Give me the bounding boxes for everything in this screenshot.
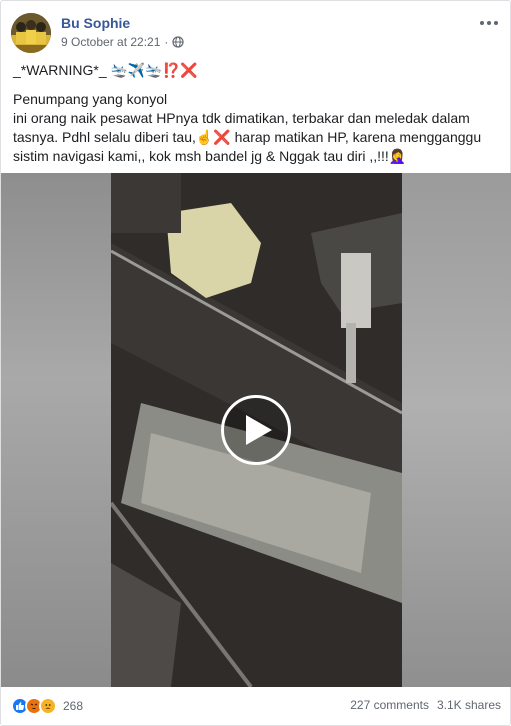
sad-icon <box>39 697 57 715</box>
post-header: Bu Sophie 9 October at 22:21 · <box>11 11 501 55</box>
post-timestamp[interactable]: 9 October at 22:21 <box>61 35 160 49</box>
meta-separator: · <box>164 35 169 49</box>
facebook-post: Bu Sophie 9 October at 22:21 · _*WARNING… <box>0 0 511 726</box>
shares-count[interactable]: 3.1K shares <box>437 698 501 712</box>
reactions-summary[interactable]: 268 <box>11 697 83 715</box>
play-icon[interactable] <box>221 395 291 465</box>
avatar[interactable] <box>11 13 51 53</box>
post-text: _*WARNING*_ 🛬✈️🛬⁉️❌ Penumpang yang konyo… <box>13 61 499 174</box>
video-blur-left <box>1 173 111 687</box>
globe-icon[interactable] <box>172 36 185 48</box>
comments-count[interactable]: 227 comments <box>350 698 429 712</box>
post-stats: 227 comments 3.1K shares <box>350 698 501 712</box>
post-warning-line: _*WARNING*_ 🛬✈️🛬⁉️❌ <box>13 62 198 78</box>
video-blur-right <box>402 173 511 687</box>
post-body-line2: ini orang naik pesawat HPnya tdk dimatik… <box>13 110 485 164</box>
post-footer: 268 227 comments 3.1K shares <box>11 693 501 719</box>
more-horizontal-icon[interactable] <box>477 15 501 31</box>
video-player[interactable] <box>1 173 511 687</box>
post-meta: 9 October at 22:21 · <box>61 35 185 49</box>
post-body-line1: Penumpang yang konyol <box>13 91 168 107</box>
reaction-count[interactable]: 268 <box>63 699 83 713</box>
author-name[interactable]: Bu Sophie <box>61 15 130 31</box>
